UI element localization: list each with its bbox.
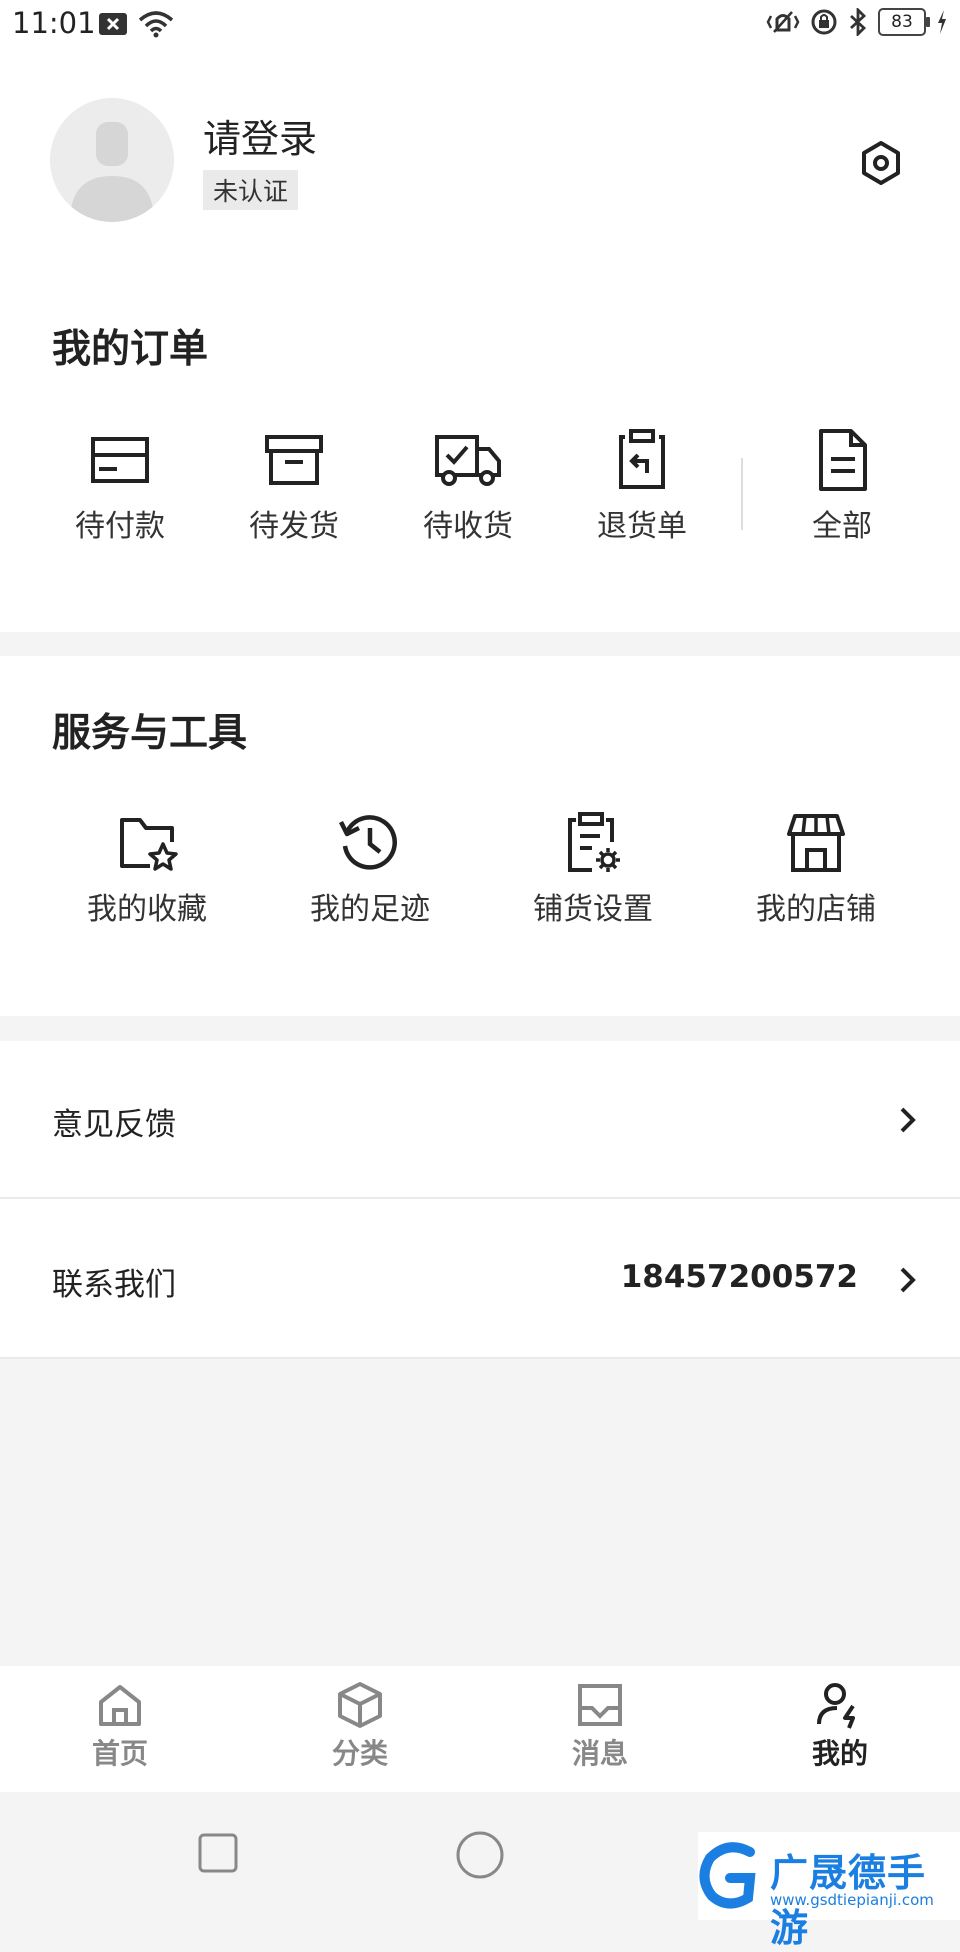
order-all[interactable]: 全部 bbox=[767, 425, 917, 545]
watermark-g-icon bbox=[699, 1842, 756, 1909]
document-icon bbox=[807, 425, 877, 495]
chevron-right-icon bbox=[900, 1267, 916, 1293]
status-bar: 11:01 83 bbox=[0, 0, 960, 50]
cube-icon bbox=[335, 1680, 385, 1730]
home-icon bbox=[95, 1680, 145, 1730]
order-returns[interactable]: 退货单 bbox=[567, 425, 717, 545]
settings-icon[interactable] bbox=[856, 138, 906, 188]
tab-label: 我的 bbox=[811, 1737, 868, 1770]
default-user-icon bbox=[70, 122, 154, 222]
row-divider bbox=[0, 1357, 960, 1359]
order-pending-payment[interactable]: 待付款 bbox=[45, 425, 195, 545]
home-button-icon[interactable] bbox=[455, 1830, 505, 1880]
battery-icon: 83 bbox=[878, 8, 930, 36]
card-icon bbox=[85, 425, 155, 495]
bottom-tab-bar: 首页 分类 消息 我的 bbox=[0, 1666, 960, 1792]
clipboard-gear-icon bbox=[558, 808, 628, 878]
service-history[interactable]: 我的足迹 bbox=[280, 808, 460, 928]
recent-apps-icon[interactable] bbox=[197, 1832, 239, 1874]
tab-label: 首页 bbox=[91, 1737, 148, 1770]
inbox-icon bbox=[575, 1680, 625, 1730]
service-label: 铺货设置 bbox=[533, 892, 653, 927]
order-item-label: 全部 bbox=[812, 509, 872, 544]
services-section-title: 服务与工具 bbox=[52, 711, 248, 756]
service-label: 我的店铺 bbox=[756, 892, 876, 927]
chevron-right-icon bbox=[900, 1107, 916, 1133]
store-icon bbox=[781, 808, 851, 878]
service-label: 我的收藏 bbox=[87, 892, 207, 927]
order-item-label: 待收货 bbox=[423, 509, 513, 544]
return-clipboard-icon bbox=[607, 425, 677, 495]
avatar[interactable] bbox=[50, 98, 174, 222]
contact-label: 联系我们 bbox=[52, 1267, 176, 1303]
order-pending-receipt[interactable]: 待收货 bbox=[393, 425, 543, 545]
order-pending-shipment[interactable]: 待发货 bbox=[219, 425, 369, 545]
charging-icon bbox=[938, 10, 946, 34]
watermark-subtext: www.gsdtiepianji.com bbox=[770, 1891, 934, 1909]
box-icon bbox=[259, 425, 329, 495]
service-favorites[interactable]: 我的收藏 bbox=[57, 808, 237, 928]
user-icon bbox=[815, 1680, 865, 1730]
service-label: 我的足迹 bbox=[310, 892, 430, 927]
service-my-store[interactable]: 我的店铺 bbox=[726, 808, 906, 928]
verification-badge: 未认证 bbox=[203, 170, 299, 210]
orders-divider bbox=[741, 458, 743, 530]
feedback-row[interactable]: 意见反馈 bbox=[0, 1041, 960, 1199]
tab-label: 分类 bbox=[331, 1737, 388, 1770]
feedback-label: 意见反馈 bbox=[52, 1107, 176, 1143]
tab-mine[interactable]: 我的 bbox=[720, 1680, 960, 1772]
tab-messages[interactable]: 消息 bbox=[480, 1680, 720, 1772]
orders-section-title: 我的订单 bbox=[52, 327, 209, 372]
notification-x-icon bbox=[99, 13, 127, 35]
login-prompt[interactable]: 请登录 bbox=[203, 108, 317, 163]
order-item-label: 待发货 bbox=[249, 509, 339, 544]
tab-home[interactable]: 首页 bbox=[0, 1680, 240, 1772]
service-distribution-settings[interactable]: 铺货设置 bbox=[503, 808, 683, 928]
order-item-label: 退货单 bbox=[597, 509, 687, 544]
status-time: 11:01 bbox=[12, 6, 96, 40]
history-icon bbox=[335, 808, 405, 878]
truck-icon bbox=[433, 425, 503, 495]
contact-phone[interactable]: 18457200572 bbox=[621, 1259, 858, 1295]
bluetooth-icon bbox=[850, 8, 867, 36]
tab-label: 消息 bbox=[571, 1737, 628, 1770]
order-item-label: 待付款 bbox=[75, 509, 165, 544]
tab-category[interactable]: 分类 bbox=[240, 1680, 480, 1772]
contact-row[interactable]: 联系我们 18457200572 bbox=[0, 1199, 960, 1357]
folder-star-icon bbox=[112, 808, 182, 878]
vibrate-icon bbox=[766, 11, 800, 33]
rotation-lock-icon bbox=[811, 9, 837, 35]
wifi-icon bbox=[138, 11, 174, 38]
